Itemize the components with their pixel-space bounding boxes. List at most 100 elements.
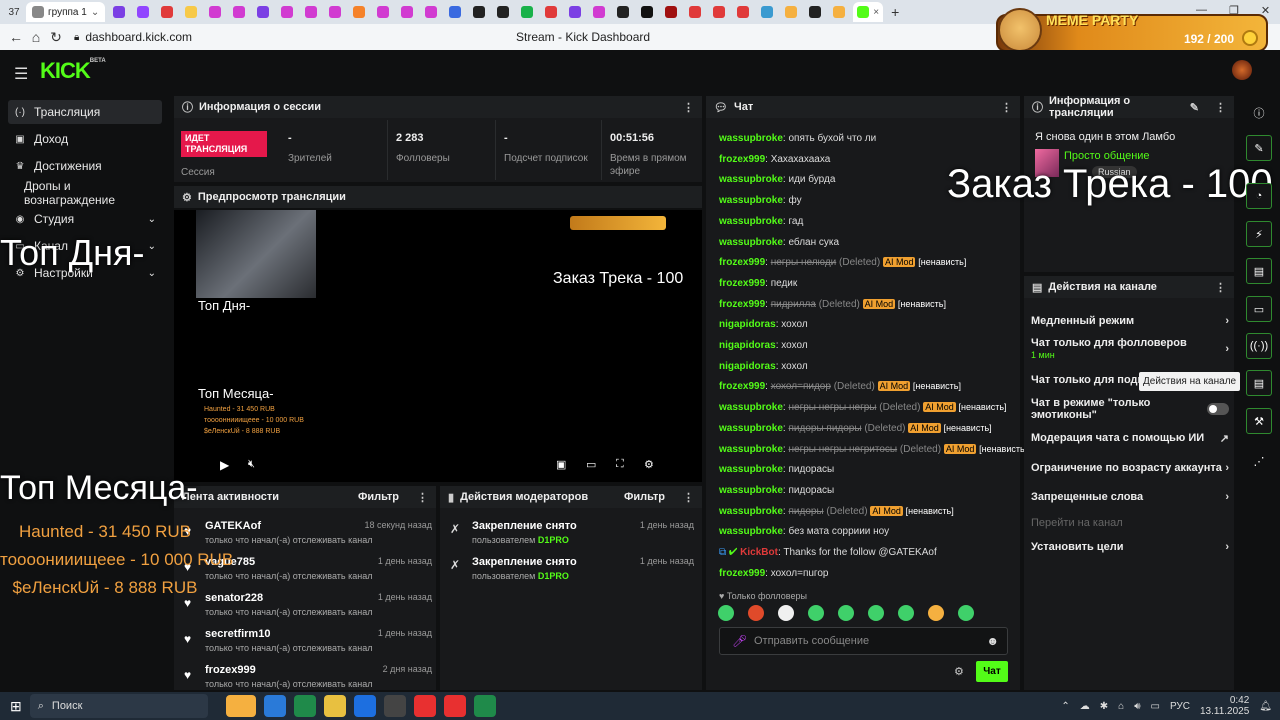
tab-favicon[interactable] [137,6,150,18]
tab-group[interactable]: группа 1 ⌄ [26,2,106,22]
emote-icon[interactable] [838,605,854,621]
tab-favicon[interactable] [449,6,462,18]
chat-message[interactable]: wassupbroke: пидоры (Deleted) AI Mod [не… [719,505,1019,517]
fullscreen-icon[interactable]: ⛶ [616,458,624,471]
chat-message[interactable]: wassupbroke: негры негры негры (Deleted)… [719,402,1019,413]
chevron-right-icon[interactable]: › [1225,462,1229,474]
tab-favicon[interactable] [161,6,174,18]
chat-input[interactable]: 🎤︎ Отправить сообщение ☻ [719,627,1008,655]
emoji-icon[interactable]: ☻ [986,634,999,648]
chat-message[interactable]: wassupbroke: пидоры пидоры (Deleted) AI … [719,422,1019,434]
theater-icon[interactable]: ▭ [586,458,596,471]
tab-favicon[interactable] [545,6,558,18]
tab-count[interactable]: 37 [4,7,24,18]
channel-action-item[interactable]: Ограничение по возрасту аккаунта › [1031,457,1229,479]
channel-action-item[interactable]: Перейти на канал [1031,512,1229,534]
chevron-right-icon[interactable]: › [1225,343,1229,355]
channel-action-item[interactable]: Медленный режим › [1031,310,1229,332]
tab-favicon[interactable] [425,6,438,18]
chat-username[interactable]: wassupbroke [719,464,783,475]
taskbar-app-icon[interactable] [353,695,376,717]
mod-action-user[interactable]: D1PRO [538,535,569,545]
more-options-icon[interactable]: ⋮ [1215,281,1226,294]
emote-icon[interactable] [808,605,824,621]
language-indicator[interactable]: РУС [1170,701,1190,712]
chat-username[interactable]: nigapidoras [719,340,776,351]
chevron-down-icon[interactable]: ⌄ [148,268,156,279]
emote-icon[interactable] [958,605,974,621]
chat-message[interactable]: wassupbroke: пидорасы [719,485,1019,496]
emote-icon[interactable] [928,605,944,621]
activity-filter-button[interactable]: Фильтр [358,491,399,503]
actions-icon[interactable]: ▤ [1246,370,1272,396]
emote-icon[interactable] [778,605,794,621]
network-icon[interactable]: ⌂ [1118,701,1124,712]
chat-username[interactable]: wassupbroke [719,485,783,496]
url-field[interactable]: 🔒︎ dashboard.kick.com [74,30,192,44]
chat-username[interactable]: frozex999 [719,381,765,392]
chat-username[interactable]: wassupbroke [719,402,783,413]
chat-username[interactable]: frozex999 [719,257,765,268]
chevron-down-icon[interactable]: ⌄ [148,214,156,225]
taskbar-app-icon[interactable] [263,695,286,717]
activity-item[interactable]: ♥ secretfirm10 только что начал(-а) отслеж… [184,626,432,662]
chat-bubble-icon[interactable]: ▭ [1246,296,1272,322]
toggle-switch[interactable] [1206,403,1229,415]
activity-username[interactable]: GATEKAof [205,520,261,532]
tab-favicon[interactable] [305,6,318,18]
sidebar-item[interactable]: ◉ Студия ⌄ [8,207,162,231]
microphone-icon[interactable]: 🎤︎ [732,634,747,648]
chevron-up-icon[interactable]: ⌃ [1061,701,1069,712]
chat-message[interactable]: frozex999: негры нелюди (Deleted) AI Mod… [719,257,1019,268]
windows-start-icon[interactable]: ⊞ [10,698,22,715]
close-icon[interactable]: × [873,7,879,18]
emote-icon[interactable] [868,605,884,621]
taskbar-app-icon[interactable] [225,695,256,717]
tab-favicon[interactable] [809,6,822,18]
channel-action-item[interactable]: Чат только для фолловеров 1 мин › [1031,337,1229,360]
more-options-icon[interactable]: ⋮ [683,101,694,114]
sidebar-item[interactable]: (·) Трансляция [8,100,162,124]
notification-icon[interactable]: 🔔︎ [1259,701,1272,712]
chat-send-button[interactable]: Чат [976,661,1008,682]
activity-username[interactable]: frozex999 [205,664,256,676]
chevron-right-icon[interactable]: › [1225,315,1229,327]
bluetooth-icon[interactable]: ✱ [1100,701,1108,712]
tab-favicon[interactable] [665,6,678,18]
info-icon[interactable]: ⓘ [1246,100,1272,126]
edit-pencil-icon[interactable]: ✎ [1190,101,1199,114]
chat-username[interactable]: wassupbroke [719,237,783,248]
taskbar-app-icon[interactable] [383,695,406,717]
tab-favicon[interactable] [521,6,534,18]
chat-username[interactable]: frozex999 [719,299,765,310]
more-options-icon[interactable]: ⋮ [683,491,694,504]
tab-favicon[interactable] [233,6,246,18]
edit-icon[interactable]: ✎ [1246,135,1272,161]
user-avatar[interactable] [1232,60,1252,80]
tab-favicon[interactable] [833,6,846,18]
stream-preview[interactable]: Топ Дня- Заказ Трека - 100 Топ Месяца- H… [174,210,702,482]
tab-favicon[interactable] [713,6,726,18]
tab-favicon[interactable] [473,6,486,18]
channel-action-item[interactable]: Модерация чата с помощью ИИ ↗ [1031,427,1229,449]
activity-username[interactable]: secretfirm10 [205,628,270,640]
chat-message[interactable]: wassupbroke: негры негры негритосы (Dele… [719,443,1027,455]
chat-message[interactable]: nigapidoras: хохол [719,319,1019,330]
active-tab[interactable]: × [853,2,884,22]
sidebar-item[interactable]: ♛ Достижения [8,154,162,178]
chat-username[interactable]: wassupbroke [719,423,783,434]
tab-favicon[interactable] [737,6,750,18]
home-icon[interactable]: ⌂ [26,29,46,45]
tab-favicon[interactable] [257,6,270,18]
wrench-icon[interactable]: ⚒ [1246,408,1272,434]
share-icon[interactable]: ⋰ [1246,448,1272,474]
taskbar-app-icon[interactable] [443,695,466,717]
chat-message[interactable]: ⧉ ✔ KickBot: Thanks for the follow @GATE… [719,547,1019,558]
chat-username[interactable]: nigapidoras [719,361,776,372]
taskbar-app-icon[interactable] [323,695,346,717]
tab-favicon[interactable] [497,6,510,18]
chevron-right-icon[interactable]: › [1225,541,1229,553]
external-link-icon[interactable]: ↗ [1220,432,1229,445]
chat-settings-gear-icon[interactable]: ⚙ [954,665,964,678]
channel-action-item[interactable]: Чат в режиме "только эмотиконы" [1031,397,1229,421]
